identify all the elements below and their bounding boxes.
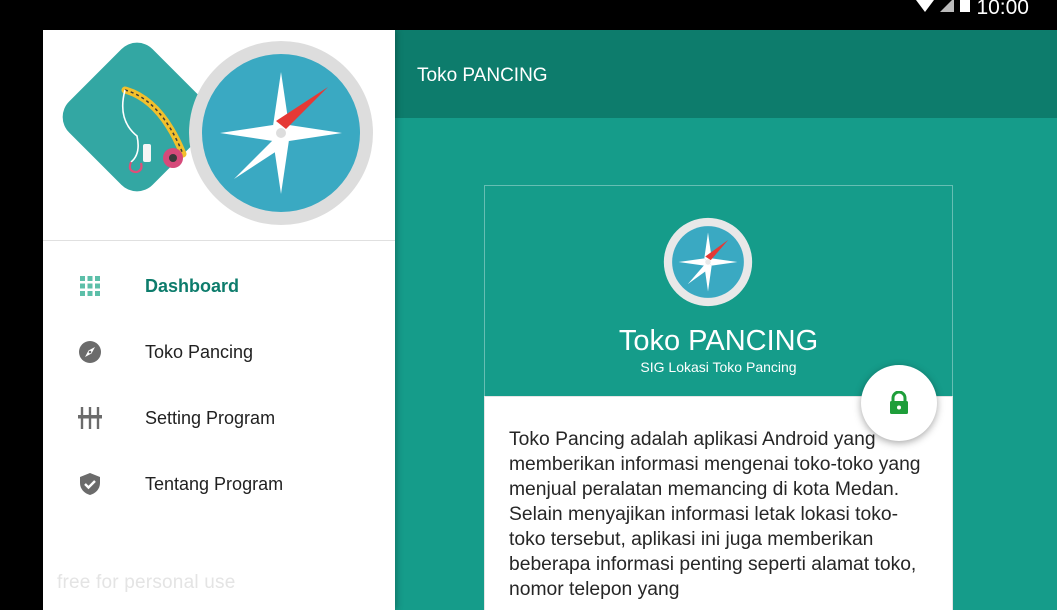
signal-icon (940, 0, 955, 12)
card-title: Toko PANCING (618, 325, 819, 357)
menu-item-toko-pancing[interactable]: Toko Pancing (43, 320, 395, 386)
about-card-header: Toko PANCING SIG Lokasi Toko Pancing (484, 185, 953, 396)
app-logo-icon (62, 41, 373, 225)
drawer-menu: Dashboard Toko Pancing Setting Program T… (43, 254, 395, 518)
status-time: 10:00 (976, 0, 1029, 19)
menu-label-toko-pancing: Toko Pancing (145, 342, 254, 362)
menu-label-setting-program: Setting Program (145, 408, 276, 428)
drawer-header (43, 30, 395, 241)
toolbar-title: Toko PANCING (417, 65, 548, 86)
card-description: Toko Pancing adalah aplikasi Android yan… (509, 429, 921, 600)
menu-item-tentang-program[interactable]: Tentang Program (43, 452, 395, 518)
status-icons: 10:00 (916, 0, 1029, 30)
dashboard-grid-icon (80, 276, 100, 296)
main-content[interactable]: Toko PANCING SIG Lokasi Toko Pancing Tok… (395, 118, 1057, 610)
wifi-icon (916, 0, 935, 12)
lock-icon (890, 391, 908, 414)
battery-icon (960, 0, 971, 12)
menu-label-tentang-program: Tentang Program (145, 474, 284, 494)
compass-icon (79, 341, 101, 363)
menu-item-dashboard[interactable]: Dashboard (43, 254, 395, 320)
compass-logo-icon (663, 217, 753, 307)
navigation-drawer: Dashboard Toko Pancing Setting Program T… (43, 30, 395, 610)
menu-label-dashboard: Dashboard (145, 276, 240, 296)
verified-shield-icon (80, 473, 100, 495)
equalizer-icon (78, 407, 102, 429)
lock-fab-button[interactable] (861, 365, 937, 441)
watermark-text: free for personal use (57, 572, 236, 593)
status-bar: 10:00 (0, 0, 1057, 30)
app-toolbar: Toko PANCING (395, 30, 1057, 118)
app-window: Toko PANCING Toko PANCING SIG Lokasi Tok… (43, 30, 1057, 610)
menu-item-setting-program[interactable]: Setting Program (43, 386, 395, 452)
